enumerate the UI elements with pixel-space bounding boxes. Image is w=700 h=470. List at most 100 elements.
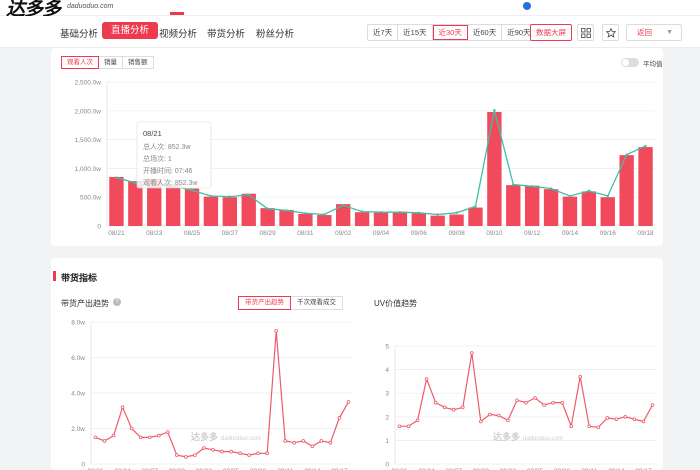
bar[interactable] <box>317 215 332 226</box>
data-point[interactable] <box>129 426 134 431</box>
data-point[interactable] <box>156 433 161 438</box>
trend-point[interactable] <box>304 212 307 215</box>
tab-fans-analysis[interactable]: 粉丝分析 <box>256 26 294 40</box>
trend-point[interactable] <box>379 210 383 214</box>
trend-point[interactable] <box>266 207 269 210</box>
data-point[interactable] <box>274 329 279 333</box>
subtab-views[interactable]: 观看人次 <box>61 56 99 69</box>
bar[interactable] <box>373 211 389 226</box>
data-point[interactable] <box>184 455 188 459</box>
trend-point[interactable] <box>455 211 458 214</box>
trend-point[interactable] <box>512 183 515 186</box>
bar[interactable] <box>411 213 426 226</box>
bar[interactable] <box>449 214 464 226</box>
trend-point[interactable] <box>115 176 118 179</box>
data-point[interactable] <box>111 433 116 438</box>
bar[interactable] <box>165 184 181 226</box>
tab-live-analysis[interactable]: 直播分析 <box>102 22 159 39</box>
favorite-button[interactable] <box>602 24 619 41</box>
data-point[interactable] <box>424 377 429 381</box>
bar[interactable] <box>203 196 219 226</box>
bar[interactable] <box>279 209 294 226</box>
bar[interactable] <box>298 213 313 226</box>
data-point[interactable] <box>488 412 492 417</box>
data-point[interactable] <box>442 405 447 410</box>
trend-point[interactable] <box>606 194 609 198</box>
data-point[interactable] <box>238 451 242 456</box>
bar[interactable] <box>506 185 521 226</box>
trend-point[interactable] <box>285 209 288 212</box>
trend-point[interactable] <box>398 210 402 214</box>
bar[interactable] <box>581 191 597 226</box>
trend-point[interactable] <box>568 194 572 198</box>
data-point[interactable] <box>265 451 269 456</box>
data-point[interactable] <box>220 449 224 454</box>
range-7-days[interactable]: 近7天 <box>368 25 399 40</box>
data-point[interactable] <box>587 424 592 429</box>
range-60-days[interactable]: 近60天 <box>468 25 503 40</box>
bar[interactable] <box>184 188 200 226</box>
goods-output-trend-button[interactable]: 带货产出趋势 <box>238 296 291 310</box>
tab-basic-analysis[interactable]: 基础分析 <box>60 26 98 40</box>
trend-point[interactable] <box>493 109 496 112</box>
trend-point[interactable] <box>625 153 628 156</box>
trend-point[interactable] <box>209 194 213 198</box>
range-15-days[interactable]: 近15天 <box>398 25 433 40</box>
data-point[interactable] <box>397 424 402 429</box>
data-point[interactable] <box>283 439 288 443</box>
data-point[interactable] <box>469 351 474 355</box>
data-point[interactable] <box>578 374 583 379</box>
trend-point[interactable] <box>436 213 439 216</box>
data-point[interactable] <box>551 400 555 405</box>
data-point[interactable] <box>301 439 306 443</box>
data-point[interactable] <box>623 415 628 419</box>
bar[interactable] <box>260 208 275 226</box>
tab-video-analysis[interactable]: 视频分析 <box>159 26 197 40</box>
data-point[interactable] <box>605 416 610 420</box>
data-point[interactable] <box>596 425 601 430</box>
trend-point[interactable] <box>247 193 250 197</box>
bar[interactable] <box>354 212 370 226</box>
data-point[interactable] <box>614 417 619 421</box>
bar[interactable] <box>222 197 238 226</box>
trend-point[interactable] <box>417 211 420 214</box>
data-point[interactable] <box>193 453 197 457</box>
data-point[interactable] <box>641 419 646 424</box>
data-point[interactable] <box>247 453 251 457</box>
data-point[interactable] <box>292 440 297 445</box>
data-point[interactable] <box>406 424 411 429</box>
trend-point[interactable] <box>228 195 232 198</box>
data-point[interactable] <box>328 440 333 445</box>
data-point[interactable] <box>451 407 456 412</box>
trend-point[interactable] <box>342 204 345 207</box>
data-point[interactable] <box>147 435 152 440</box>
data-point[interactable] <box>211 448 215 452</box>
trend-point[interactable] <box>549 187 553 190</box>
data-point[interactable] <box>497 413 501 418</box>
data-point[interactable] <box>524 400 528 405</box>
bar[interactable] <box>543 189 559 226</box>
trend-point[interactable] <box>530 185 534 188</box>
bar[interactable] <box>430 215 445 226</box>
data-point[interactable] <box>202 446 206 450</box>
bar[interactable] <box>392 211 408 226</box>
data-point[interactable] <box>165 430 170 434</box>
data-point[interactable] <box>560 400 564 405</box>
back-select[interactable]: 返回 ▼ <box>626 24 682 41</box>
data-point[interactable] <box>515 398 519 403</box>
data-point[interactable] <box>93 435 98 440</box>
bar[interactable] <box>468 207 483 226</box>
data-point[interactable] <box>433 400 438 405</box>
trend-point[interactable] <box>474 205 477 208</box>
data-point[interactable] <box>310 444 315 449</box>
range-30-days[interactable]: 近30天 <box>432 25 468 40</box>
user-avatar-icon[interactable] <box>523 2 531 10</box>
data-point[interactable] <box>120 405 125 410</box>
data-point[interactable] <box>229 449 233 454</box>
trend-point[interactable] <box>190 189 194 192</box>
trend-point[interactable] <box>644 144 647 148</box>
trend-point[interactable] <box>360 210 364 213</box>
trend-point[interactable] <box>587 189 591 193</box>
data-point[interactable] <box>542 403 546 407</box>
data-point[interactable] <box>460 405 465 410</box>
